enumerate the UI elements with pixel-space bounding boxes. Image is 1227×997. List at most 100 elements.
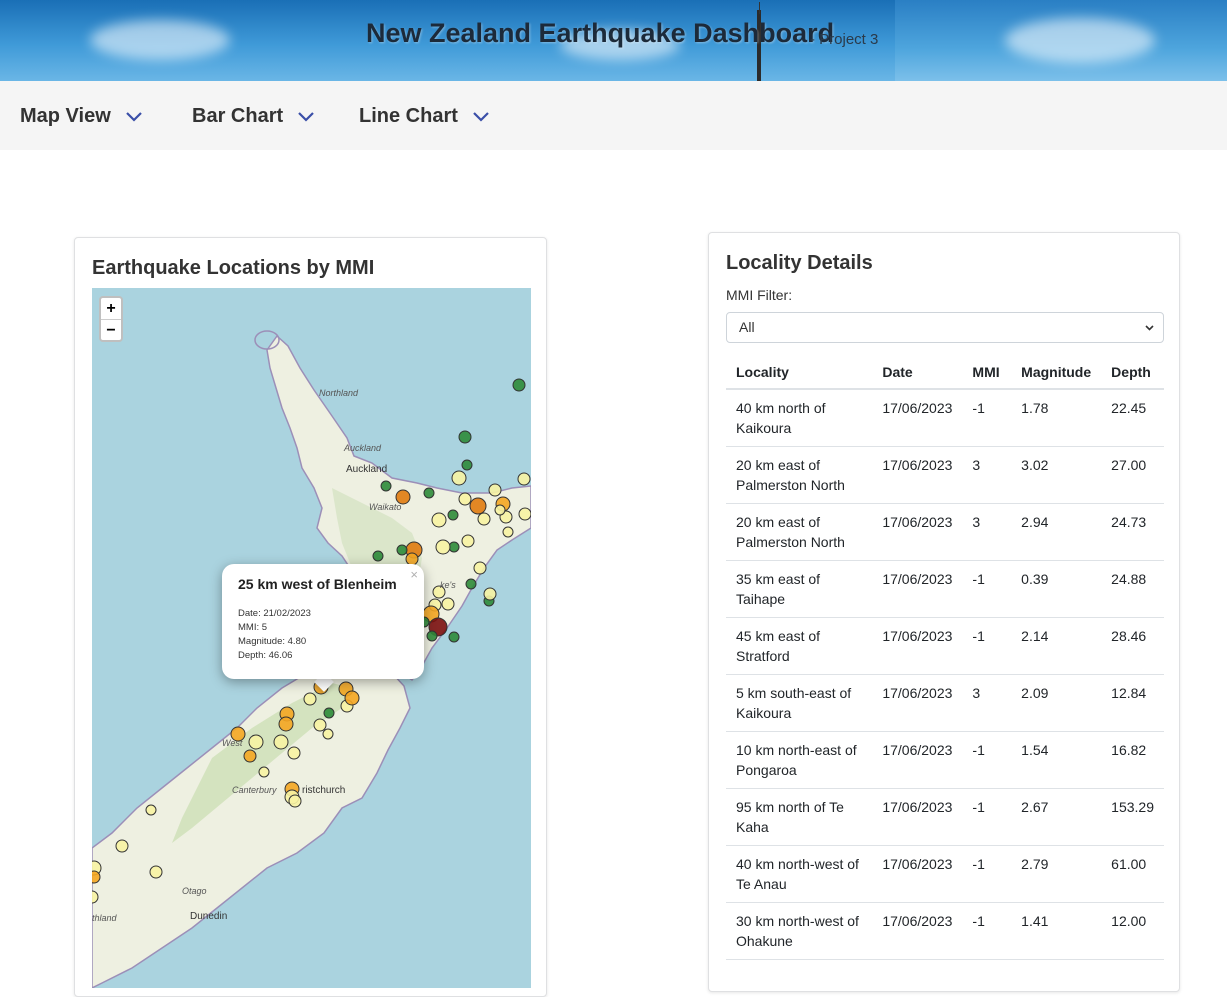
table-row: 35 km east of Taihape 17/06/2023 -1 0.39 24.… [726, 560, 1164, 618]
quake-marker[interactable] [431, 512, 447, 528]
cell-date: 17/06/2023 [872, 674, 963, 732]
nav-label: Line Chart [359, 105, 458, 127]
quake-marker[interactable] [258, 766, 270, 778]
table-row: 95 km north of Te Kaha 17/06/2023 -1 2.67 15… [726, 788, 1164, 846]
quake-marker[interactable] [380, 480, 392, 492]
cell-date: 17/06/2023 [872, 731, 963, 789]
quake-marker[interactable] [517, 472, 531, 486]
nav-label: Map View [20, 105, 111, 127]
quake-marker[interactable] [447, 509, 459, 521]
map-label-west: West [222, 738, 243, 748]
nav-map-view[interactable]: Map View [20, 105, 143, 128]
quake-popup: × 25 km west of Blenheim Date: 21/02/202… [222, 564, 424, 679]
mmi-filter-select[interactable]: All [726, 312, 1164, 343]
quake-marker[interactable] [483, 587, 497, 601]
map-label-auckland-region: Auckland [344, 443, 382, 453]
quake-marker[interactable] [273, 734, 289, 750]
quake-marker[interactable] [494, 504, 506, 516]
quake-marker[interactable] [458, 430, 472, 444]
table-row: 20 km east of Palmerston North 17/06/2023… [726, 503, 1164, 561]
quake-marker[interactable] [477, 512, 491, 526]
quake-marker[interactable] [372, 550, 384, 562]
cell-depth: 12.00 [1101, 902, 1164, 960]
zoom-out-button[interactable]: − [101, 319, 121, 340]
cell-date: 17/06/2023 [872, 788, 963, 846]
map-label-otago: Otago [182, 886, 207, 896]
cell-mmi: -1 [962, 617, 1012, 675]
cell-date: 17/06/2023 [872, 845, 963, 903]
quake-marker[interactable] [461, 459, 473, 471]
tower-antenna [759, 2, 760, 14]
quake-marker[interactable] [145, 804, 157, 816]
map-card-title: Earthquake Locations by MMI [92, 257, 375, 279]
quake-marker[interactable] [396, 544, 408, 556]
cell-locality: 20 km east of Palmerston North [726, 503, 873, 561]
zoom-in-button[interactable]: + [101, 298, 121, 319]
quake-marker[interactable] [435, 539, 451, 555]
cell-magnitude: 2.79 [1011, 845, 1102, 903]
quake-marker[interactable] [287, 746, 301, 760]
map-label-hawkes: ke's [440, 580, 456, 590]
map-card: Earthquake Locations by MMI Northland Au… [74, 237, 547, 997]
quake-marker[interactable] [461, 534, 475, 548]
quake-marker[interactable] [248, 734, 264, 750]
quake-marker[interactable] [423, 487, 435, 499]
col-header-mmi: MMI [962, 358, 1012, 390]
cell-mmi: -1 [962, 731, 1012, 789]
cell-depth: 24.73 [1101, 503, 1164, 561]
cell-locality: 95 km north of Te Kaha [726, 788, 873, 846]
quake-marker[interactable] [243, 749, 257, 763]
cell-locality: 10 km north-east of Pongaroa [726, 731, 873, 789]
popup-mmi: MMI: 5 [238, 622, 268, 633]
nav-line-chart[interactable]: Line Chart [359, 105, 490, 128]
cell-locality: 35 km east of Taihape [726, 560, 873, 618]
quake-marker[interactable] [288, 794, 302, 808]
col-header-date: Date [872, 358, 963, 390]
quake-marker[interactable] [473, 561, 487, 575]
cell-depth: 24.88 [1101, 560, 1164, 618]
popup-magnitude: Magnitude: 4.80 [238, 636, 307, 647]
quake-marker[interactable] [322, 728, 334, 740]
table-row: 20 km east of Palmerston North 17/06/2023… [726, 446, 1164, 504]
cell-depth: 16.82 [1101, 731, 1164, 789]
cell-magnitude: 0.39 [1011, 560, 1102, 618]
nav-label: Bar Chart [192, 105, 284, 127]
quake-marker[interactable] [303, 692, 317, 706]
quake-marker[interactable] [313, 718, 327, 732]
quake-marker[interactable] [458, 492, 472, 506]
quake-marker[interactable] [451, 470, 467, 486]
table-row: 30 km north-west of Ohakune 17/06/2023 -1 1… [726, 902, 1164, 960]
quake-marker[interactable] [518, 507, 531, 521]
quake-marker[interactable] [488, 483, 502, 497]
chevron-down-icon [298, 111, 314, 122]
popup-depth: Depth: 46.06 [238, 650, 293, 661]
quake-marker[interactable] [465, 578, 477, 590]
quake-marker[interactable] [115, 839, 129, 853]
cell-magnitude: 1.54 [1011, 731, 1102, 789]
col-header-locality: Locality [726, 358, 873, 390]
cell-depth: 27.00 [1101, 446, 1164, 504]
quake-marker[interactable] [149, 865, 163, 879]
quake-marker[interactable] [278, 716, 294, 732]
popup-close-icon[interactable]: × [410, 567, 418, 582]
quake-marker[interactable] [344, 690, 360, 706]
chevron-down-icon [126, 111, 142, 122]
cell-mmi: -1 [962, 902, 1012, 960]
banner-photo-panel [895, 0, 1227, 81]
south-island-land [92, 655, 411, 988]
nav-bar-chart[interactable]: Bar Chart [192, 105, 315, 128]
quake-marker[interactable] [426, 630, 438, 642]
quake-marker[interactable] [92, 870, 101, 884]
cell-magnitude: 2.09 [1011, 674, 1102, 732]
quake-marker[interactable] [448, 631, 460, 643]
quake-marker[interactable] [323, 707, 335, 719]
quake-marker[interactable] [512, 378, 526, 392]
cell-mmi: -1 [962, 845, 1012, 903]
mmi-filter-label: MMI Filter: [726, 287, 793, 303]
earthquake-map[interactable]: Northland Auckland Auckland Waikato ke's… [92, 288, 531, 988]
quake-marker[interactable] [441, 597, 455, 611]
quake-marker[interactable] [469, 497, 487, 515]
quake-marker[interactable] [502, 526, 514, 538]
cell-date: 17/06/2023 [872, 389, 963, 447]
col-header-magnitude: Magnitude [1011, 358, 1102, 390]
